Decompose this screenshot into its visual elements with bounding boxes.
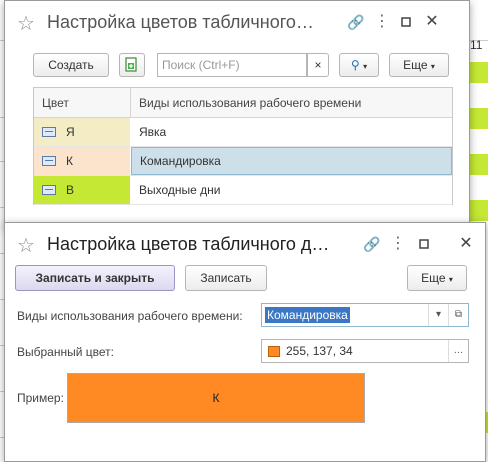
sample-label: Пример: bbox=[17, 391, 64, 405]
maximize-icon[interactable] bbox=[397, 13, 415, 31]
color-picker-icon bbox=[42, 185, 56, 195]
list-toolbar: Создать Поиск (Ctrl+F) × ⚲ ▾ Еще ▾ bbox=[5, 53, 469, 83]
copy-document-icon bbox=[125, 57, 137, 72]
sample-preview: К bbox=[67, 373, 365, 423]
search-button[interactable]: ⚲ ▾ bbox=[339, 53, 379, 77]
more-vertical-icon[interactable]: ⋮ bbox=[389, 235, 407, 253]
color-cell: Я bbox=[34, 118, 130, 146]
more-label: Еще bbox=[421, 271, 446, 285]
favorite-star-icon[interactable]: ☆ bbox=[17, 11, 35, 36]
table-header: Цвет Виды использования рабочего времени bbox=[34, 88, 452, 118]
close-icon[interactable]: ✕ bbox=[457, 235, 475, 253]
item-toolbar: Записать и закрыть Записать Еще ▾ bbox=[5, 265, 485, 295]
usage-cell: Выходные дни bbox=[139, 183, 221, 197]
search-clear-button[interactable]: × bbox=[307, 53, 329, 77]
chevron-down-icon: ▾ bbox=[448, 275, 453, 284]
column-header-color[interactable]: Цвет bbox=[42, 96, 69, 110]
more-button[interactable]: Еще ▾ bbox=[389, 53, 449, 77]
usage-cell: Командировка bbox=[131, 147, 452, 175]
save-and-close-button[interactable]: Записать и закрыть bbox=[15, 265, 175, 291]
color-table: Цвет Виды использования рабочего времени… bbox=[33, 87, 453, 205]
window-title: Настройка цветов табличного… bbox=[47, 12, 314, 32]
more-button[interactable]: Еще ▾ bbox=[407, 265, 467, 291]
background-highlight-cell bbox=[470, 108, 488, 130]
color-picker-icon bbox=[42, 127, 56, 137]
save-button[interactable]: Записать bbox=[185, 265, 267, 291]
color-picker-icon bbox=[42, 156, 56, 166]
link-icon[interactable]: 🔗 bbox=[363, 235, 381, 253]
link-icon[interactable]: 🔗 bbox=[347, 13, 365, 31]
color-code: К bbox=[66, 154, 73, 168]
close-icon[interactable]: ✕ bbox=[423, 13, 441, 31]
chevron-down-icon: ▾ bbox=[363, 62, 368, 71]
color-field[interactable]: 255, 137, 34 … bbox=[261, 339, 469, 363]
search-icon: ⚲ bbox=[350, 58, 360, 72]
color-code: В bbox=[66, 183, 75, 197]
window-title: Настройка цветов табличного д… bbox=[47, 234, 330, 254]
create-button[interactable]: Создать bbox=[33, 53, 109, 77]
usage-value: Командировка bbox=[265, 307, 350, 323]
usage-label: Виды использования рабочего времени: bbox=[17, 309, 243, 323]
color-code: Я bbox=[66, 125, 75, 139]
color-swatch bbox=[268, 346, 280, 357]
table-row[interactable]: Я Явка bbox=[34, 118, 452, 147]
color-value: 255, 137, 34 bbox=[286, 344, 353, 358]
usage-field[interactable]: Командировка ▾ ⧉ bbox=[261, 303, 469, 327]
background-highlight-cell bbox=[470, 154, 488, 176]
table-row[interactable]: В Выходные дни bbox=[34, 176, 452, 205]
copy-button[interactable] bbox=[119, 53, 145, 77]
background-highlight-cell bbox=[470, 200, 488, 222]
chevron-down-icon: ▾ bbox=[430, 62, 435, 71]
color-settings-list-window: ☆ Настройка цветов табличного… 🔗 ⋮ ✕ Соз… bbox=[4, 0, 470, 228]
maximize-icon[interactable] bbox=[415, 235, 433, 253]
color-cell: В bbox=[34, 176, 130, 204]
more-vertical-icon[interactable]: ⋮ bbox=[373, 13, 391, 31]
dropdown-button[interactable]: ▾ bbox=[428, 304, 448, 326]
color-label: Выбранный цвет: bbox=[17, 345, 114, 359]
column-divider bbox=[130, 88, 131, 117]
open-icon[interactable]: ⧉ bbox=[448, 304, 468, 326]
color-settings-item-window: ☆ Настройка цветов табличного д… 🔗 ⋮ ✕ З… bbox=[4, 222, 486, 462]
table-row-selected[interactable]: К Командировка bbox=[34, 147, 452, 176]
window-titlebar: ☆ Настройка цветов табличного… 🔗 ⋮ ✕ bbox=[5, 1, 469, 43]
choose-color-button[interactable]: … bbox=[448, 340, 468, 362]
color-cell: К bbox=[34, 147, 130, 175]
window-titlebar: ☆ Настройка цветов табличного д… 🔗 ⋮ ✕ bbox=[5, 223, 485, 265]
column-header-usage[interactable]: Виды использования рабочего времени bbox=[139, 96, 361, 110]
search-input[interactable]: Поиск (Ctrl+F) bbox=[157, 53, 307, 77]
more-label: Еще bbox=[403, 58, 428, 72]
background-highlight-cell bbox=[470, 62, 488, 84]
usage-cell: Явка bbox=[139, 125, 167, 139]
favorite-star-icon[interactable]: ☆ bbox=[17, 233, 35, 258]
